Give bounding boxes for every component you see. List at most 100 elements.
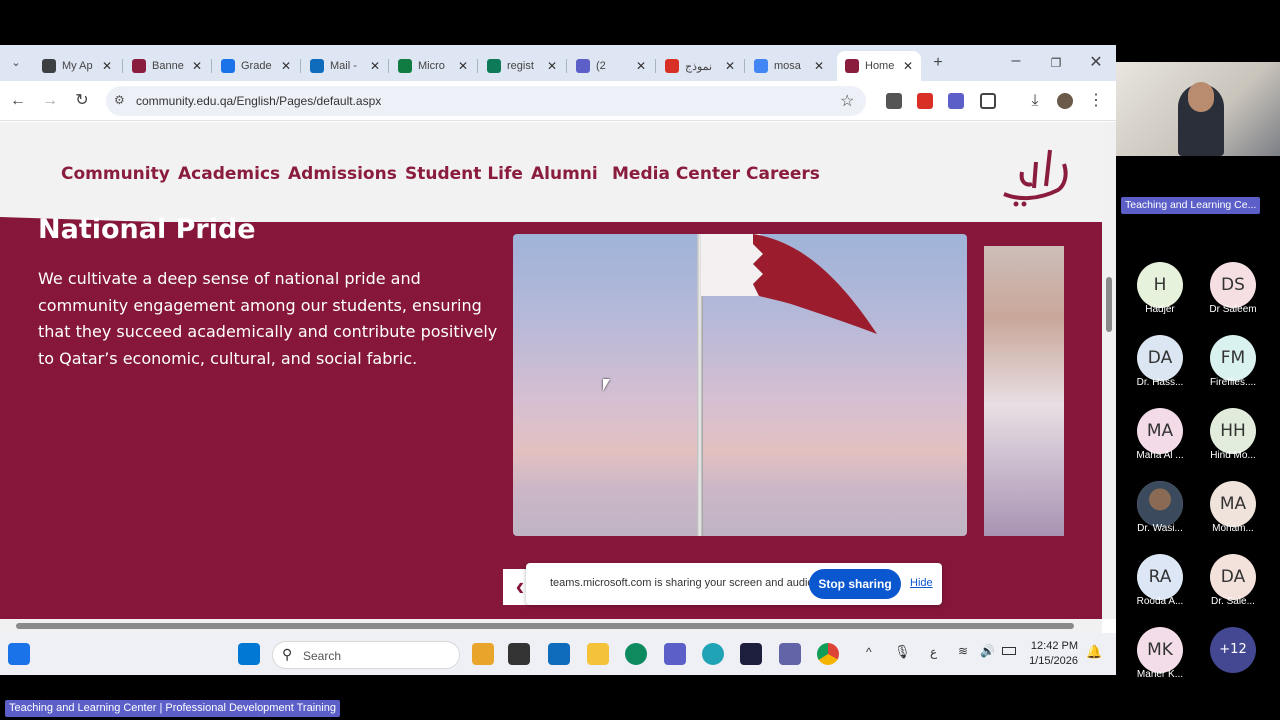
start-windows-icon[interactable] — [238, 643, 260, 665]
tab-close-icon[interactable]: ✕ — [814, 59, 824, 73]
taskbar-search[interactable]: ⚲ Search — [272, 641, 460, 669]
participant-avatar[interactable]: RA — [1137, 554, 1183, 600]
microphone-icon[interactable]: 🎙 — [894, 644, 911, 660]
tab-close-icon[interactable]: ✕ — [370, 59, 380, 73]
pdf-extension-icon[interactable] — [917, 93, 933, 109]
tab-close-icon[interactable]: ✕ — [192, 59, 202, 73]
webex-icon[interactable] — [740, 643, 762, 665]
volume-icon[interactable]: 🔊 — [980, 644, 995, 658]
nav-item-alumni[interactable]: Alumni — [531, 164, 598, 184]
presenter-head — [1188, 82, 1214, 112]
tab-title: Mail - — [330, 60, 357, 72]
teams-icon[interactable] — [664, 643, 686, 665]
input-language-icon[interactable]: ع — [930, 645, 937, 659]
browser-tab[interactable]: Mail - ✕ — [302, 51, 388, 81]
browser-tab[interactable]: (2 ✕ — [568, 51, 654, 81]
extensions-puzzle-icon[interactable] — [886, 93, 902, 109]
scroll-thumb[interactable] — [1106, 277, 1112, 332]
participant-avatar[interactable]: FM — [1210, 335, 1256, 381]
more-participants-button[interactable]: +12 — [1210, 627, 1256, 673]
tab-close-icon[interactable]: ✕ — [725, 59, 735, 73]
participant-avatar[interactable]: DA — [1210, 554, 1256, 600]
system-clock[interactable]: 12:42 PM 1/15/2026 — [1024, 639, 1078, 669]
participant-avatar[interactable] — [1137, 481, 1183, 527]
participant-name: Fireflies.... — [1209, 377, 1257, 388]
restore-button[interactable]: ❐ — [1046, 53, 1066, 73]
nav-item-careers[interactable]: Careers — [746, 164, 820, 184]
clock-date: 1/15/2026 — [1029, 655, 1078, 667]
tab-separator — [122, 59, 123, 73]
participant-avatar[interactable]: H — [1137, 262, 1183, 308]
nav-item-admissions[interactable]: Admissions — [288, 164, 397, 184]
browser-tab[interactable]: Grade ✕ — [213, 51, 299, 81]
participant-avatar[interactable]: DS — [1210, 262, 1256, 308]
browser-tab[interactable]: نموذج ✕ — [657, 51, 743, 81]
chevron-up-icon[interactable]: ^ — [866, 645, 872, 659]
tab-separator — [300, 59, 301, 73]
terminal-icon[interactable] — [508, 643, 530, 665]
outlook-icon[interactable] — [548, 643, 570, 665]
portrait-image[interactable] — [984, 246, 1064, 536]
minimize-button[interactable]: – — [1006, 51, 1026, 71]
hide-banner-link[interactable]: Hide — [910, 577, 933, 589]
browser-tab[interactable]: regist ✕ — [479, 51, 565, 81]
participant-avatar[interactable]: MA — [1210, 481, 1256, 527]
extensions-icon[interactable] — [980, 93, 996, 109]
tab-search-icon[interactable]: ⌄ — [6, 53, 26, 73]
battery-icon[interactable] — [1002, 647, 1016, 655]
back-icon[interactable]: ← — [8, 91, 28, 111]
edge-icon[interactable] — [702, 643, 724, 665]
presenter-video — [1116, 62, 1280, 156]
download-icon[interactable]: ⤓ — [1025, 91, 1045, 111]
bookmark-star-icon[interactable]: ☆ — [840, 91, 854, 111]
nav-item-community[interactable]: Community — [61, 164, 170, 184]
stop-sharing-button[interactable]: Stop sharing — [809, 569, 901, 599]
tab-favicon-icon — [754, 59, 768, 73]
qatar-flag-image[interactable] — [513, 234, 967, 536]
address-bar[interactable]: ⚙ community.edu.qa/English/Pages/default… — [106, 86, 866, 116]
tab-close-icon[interactable]: ✕ — [458, 59, 468, 73]
file-explorer-icon[interactable] — [587, 643, 609, 665]
extension-icon[interactable] — [948, 93, 964, 109]
browser-tab[interactable]: mosa ✕ — [746, 51, 832, 81]
copilot-icon[interactable] — [472, 643, 494, 665]
close-window-button[interactable]: ✕ — [1086, 53, 1106, 73]
horizontal-scroll-thumb[interactable] — [16, 623, 1074, 629]
tab-close-icon[interactable]: ✕ — [636, 59, 646, 73]
browser-tab[interactable]: Banne ✕ — [124, 51, 210, 81]
profile-avatar[interactable] — [1057, 93, 1073, 109]
tab-favicon-icon — [132, 59, 146, 73]
tab-close-icon[interactable]: ✕ — [281, 59, 291, 73]
teams-alt-icon[interactable] — [779, 643, 801, 665]
forward-icon[interactable]: → — [40, 91, 60, 111]
nav-item-media-center[interactable]: Media Center — [612, 164, 740, 184]
browser-tab[interactable]: My Ap ✕ — [34, 51, 120, 81]
nav-item-student-life[interactable]: Student Life — [405, 164, 523, 184]
horizontal-scrollbar[interactable] — [0, 619, 1102, 633]
tab-close-icon[interactable]: ✕ — [903, 59, 913, 73]
chrome-icon[interactable] — [817, 643, 839, 665]
participant-avatar[interactable]: MA — [1137, 408, 1183, 454]
participant-name: Dr Saleem — [1209, 304, 1257, 315]
new-tab-button[interactable]: + — [928, 53, 948, 73]
menu-icon[interactable]: ⋮ — [1086, 91, 1106, 111]
reload-icon[interactable]: ↻ — [72, 91, 92, 111]
tab-title: mosa — [774, 60, 801, 72]
wifi-icon[interactable]: ≋ — [958, 644, 968, 658]
participant-avatar[interactable]: HH — [1210, 408, 1256, 454]
widgets-icon[interactable] — [8, 643, 30, 665]
participant-avatar[interactable]: DA — [1137, 335, 1183, 381]
tab-close-icon[interactable]: ✕ — [547, 59, 557, 73]
participant-name: Maha Al ... — [1136, 450, 1184, 461]
participant-avatar[interactable]: MK — [1137, 627, 1183, 673]
notification-bell-icon[interactable]: 🔔 — [1086, 644, 1102, 660]
browser-tab[interactable]: Home ✕ — [837, 51, 921, 81]
browser-tab[interactable]: Micro ✕ — [390, 51, 476, 81]
nav-item-academics[interactable]: Academics — [178, 164, 280, 184]
tab-close-icon[interactable]: ✕ — [102, 59, 112, 73]
vertical-scrollbar[interactable] — [1102, 122, 1116, 619]
tab-favicon-icon — [487, 59, 501, 73]
app-icon[interactable] — [625, 643, 647, 665]
tab-favicon-icon — [310, 59, 324, 73]
site-info-icon[interactable]: ⚙ — [114, 93, 125, 107]
